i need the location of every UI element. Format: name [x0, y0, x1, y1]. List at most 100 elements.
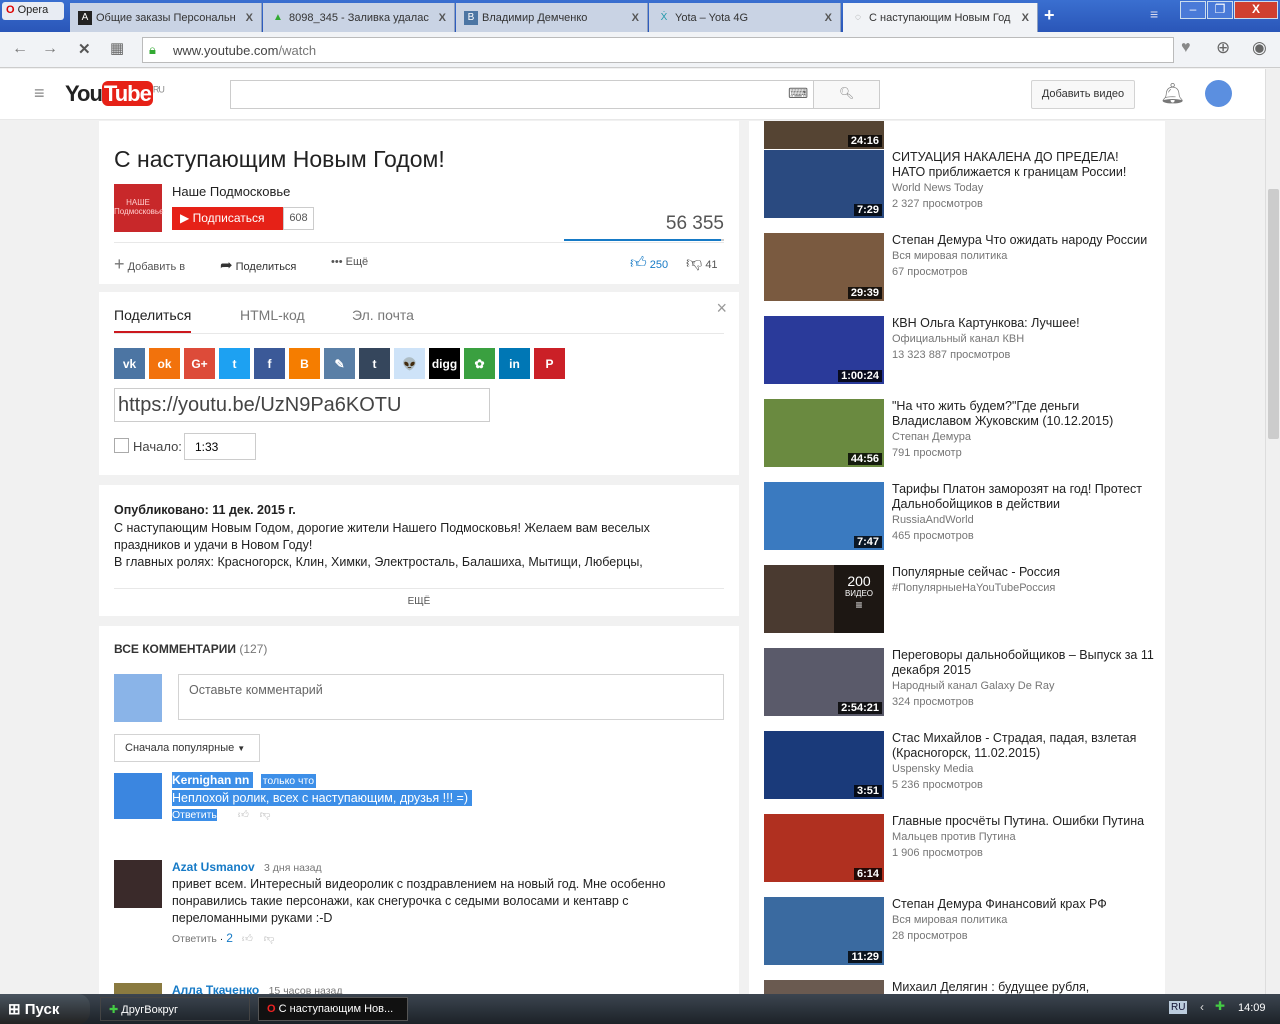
- related-video-title[interactable]: КВН Ольга Картункова: Лучшее!: [892, 316, 1154, 331]
- start-button[interactable]: ⊞ Пуск: [0, 994, 90, 1024]
- avatar[interactable]: [1205, 80, 1232, 107]
- close-window-button[interactable]: X: [1234, 1, 1278, 19]
- scrollbar[interactable]: [1265, 69, 1280, 994]
- comment-avatar[interactable]: [114, 773, 162, 819]
- speed-dial-icon[interactable]: ▦: [110, 39, 124, 57]
- tray-clover-icon[interactable]: ✚: [1215, 999, 1225, 1013]
- thumbs-down-icon[interactable]: 👎︎: [264, 933, 275, 945]
- sort-dropdown[interactable]: Сначала популярные ▼: [114, 734, 260, 762]
- linkedin-share-icon[interactable]: in: [499, 348, 530, 379]
- channel-name[interactable]: Наше Подмосковье: [172, 184, 290, 199]
- related-video[interactable]: 7:47 Тарифы Платон заморозят на год! Прот…: [764, 482, 1154, 552]
- comment-time[interactable]: только что: [260, 774, 317, 788]
- tab-4[interactable]: Ẋ Yota – Yota 4G X: [649, 3, 841, 32]
- close-share-button[interactable]: ×: [716, 298, 727, 319]
- related-video-title[interactable]: Переговоры дальнобойщиков – Выпуск за 11…: [892, 648, 1154, 678]
- share-tab-email[interactable]: Эл. почта: [352, 307, 414, 323]
- reddit-share-icon[interactable]: 👽: [394, 348, 425, 379]
- comment-author[interactable]: Kernighan nn: [172, 772, 254, 788]
- comment-author[interactable]: Azat Usmanov: [172, 860, 255, 874]
- back-icon[interactable]: ←: [12, 40, 28, 58]
- tab-menu-icon[interactable]: ≡: [1150, 6, 1158, 22]
- video-thumbnail[interactable]: 200 ВИДЕО ≡: [764, 565, 884, 633]
- tab-active[interactable]: ◌ С наступающим Новым Год X: [843, 3, 1038, 32]
- related-video[interactable]: 7:29 СИТУАЦИЯ НАКАЛЕНА ДО ПРЕДЕЛА! НАТО п…: [764, 150, 1154, 220]
- bookmark-heart-icon[interactable]: ♥: [1181, 39, 1191, 57]
- related-video-title[interactable]: Популярные сейчас - Россия: [892, 565, 1154, 580]
- related-video-title[interactable]: Тарифы Платон заморозят на год! Протест …: [892, 482, 1154, 512]
- stop-icon[interactable]: ✕: [78, 40, 91, 58]
- video-thumbnail[interactable]: 2:54:21: [764, 648, 884, 716]
- search-button[interactable]: 🔍︎: [813, 80, 880, 109]
- close-icon[interactable]: X: [246, 12, 253, 24]
- share-button[interactable]: ➦ Поделиться: [220, 256, 296, 274]
- close-icon[interactable]: X: [439, 12, 446, 24]
- add-to-button[interactable]: + Добавить в: [114, 254, 185, 275]
- tab-1[interactable]: A Общие заказы Персональн X: [70, 3, 262, 32]
- related-video[interactable]: 2:54:21 Переговоры дальнобойщиков – Выпус…: [764, 648, 1154, 718]
- thumbs-up-icon[interactable]: 👍︎: [242, 933, 253, 945]
- channel-thumbnail[interactable]: НАШЕ Подмосковье: [114, 184, 164, 232]
- related-video-title[interactable]: Стас Михайлов - Страдая, падая, взлетая …: [892, 731, 1154, 761]
- related-video[interactable]: Михаил Делягин : будущее рубля,: [764, 980, 1154, 994]
- video-thumbnail[interactable]: 3:51: [764, 731, 884, 799]
- related-video-title[interactable]: Степан Демура Что ожидать народу России: [892, 233, 1154, 248]
- download-icon[interactable]: ⊕: [1216, 38, 1230, 58]
- youtube-logo[interactable]: YouTube RU: [65, 81, 165, 107]
- comment-input[interactable]: Оставьте комментарий: [178, 674, 724, 720]
- stumbleupon-share-icon[interactable]: ✿: [464, 348, 495, 379]
- video-thumbnail[interactable]: 24:16: [764, 121, 884, 149]
- thumbs-down-icon[interactable]: 👎︎: [260, 809, 271, 821]
- tab-2[interactable]: ▲ 8098_345 - Заливка удалас X: [263, 3, 455, 32]
- guide-menu-icon[interactable]: ≡: [34, 83, 45, 104]
- related-video[interactable]: 11:29 Степан Демура Финансовий крах РФ Вся…: [764, 897, 1154, 967]
- upload-button[interactable]: Добавить видео: [1031, 80, 1135, 109]
- close-icon[interactable]: X: [1022, 12, 1029, 24]
- minimize-button[interactable]: –: [1180, 1, 1206, 19]
- video-thumbnail[interactable]: 11:29: [764, 897, 884, 965]
- odnoklassniki-share-icon[interactable]: ok: [149, 348, 180, 379]
- keyboard-icon[interactable]: ⌨: [788, 85, 808, 102]
- taskbar-item-opera[interactable]: O С наступающим Нов...: [258, 997, 408, 1021]
- related-video-title[interactable]: Главные просчёты Путина. Ошибки Путина: [892, 814, 1154, 829]
- share-link-input[interactable]: [114, 388, 490, 422]
- related-video[interactable]: 24:161 147 просмотров: [764, 121, 1154, 151]
- start-time-input[interactable]: [184, 433, 256, 460]
- opera-menu-button[interactable]: O Opera: [2, 2, 64, 20]
- video-thumbnail[interactable]: 7:47: [764, 482, 884, 550]
- blogger-share-icon[interactable]: B: [289, 348, 320, 379]
- search-input[interactable]: [230, 80, 814, 109]
- more-button[interactable]: ••• Ещё: [331, 256, 368, 268]
- digg-share-icon[interactable]: digg: [429, 348, 460, 379]
- start-time-checkbox[interactable]: [114, 438, 129, 453]
- vk-share-icon[interactable]: vk: [114, 348, 145, 379]
- tab-3[interactable]: B Владимир Демченко X: [456, 3, 648, 32]
- video-thumbnail[interactable]: 7:29: [764, 150, 884, 218]
- video-thumbnail[interactable]: 29:39: [764, 233, 884, 301]
- related-video-title[interactable]: Михаил Делягин : будущее рубля,: [892, 980, 1154, 994]
- subscribe-button[interactable]: ▶ Подписаться: [172, 207, 283, 230]
- thumbs-up-icon[interactable]: 👍︎: [238, 809, 249, 821]
- like-button[interactable]: 👍︎ 250: [630, 254, 668, 273]
- video-thumbnail[interactable]: [764, 980, 884, 994]
- pinterest-share-icon[interactable]: P: [534, 348, 565, 379]
- scrollbar-thumb[interactable]: [1268, 189, 1279, 439]
- related-video-title[interactable]: СИТУАЦИЯ НАКАЛЕНА ДО ПРЕДЕЛА! НАТО прибл…: [892, 150, 1154, 180]
- video-thumbnail[interactable]: 44:56: [764, 399, 884, 467]
- comment-avatar[interactable]: [114, 860, 162, 908]
- related-video[interactable]: 200 ВИДЕО ≡ Популярные сейчас - Россия #Попу…: [764, 565, 1154, 635]
- related-video[interactable]: 6:14 Главные просчёты Путина. Ошибки Пути…: [764, 814, 1154, 884]
- forward-icon[interactable]: →: [42, 40, 58, 58]
- related-video[interactable]: 29:39 Степан Демура Что ожидать народу Ро…: [764, 233, 1154, 303]
- livejournal-share-icon[interactable]: ✎: [324, 348, 355, 379]
- comment-time[interactable]: 3 дня назад: [264, 862, 322, 874]
- related-video[interactable]: 1:00:24 КВН Ольга Картункова: Лучшее! Офиц…: [764, 316, 1154, 386]
- related-video[interactable]: 44:56 "На что жить будем?"Где деньги Влад…: [764, 399, 1154, 469]
- related-video-title[interactable]: Степан Демура Финансовий крах РФ: [892, 897, 1154, 912]
- related-video-title[interactable]: "На что жить будем?"Где деньги Владислав…: [892, 399, 1154, 429]
- maximize-button[interactable]: ❐: [1207, 1, 1233, 19]
- close-icon[interactable]: X: [632, 12, 639, 24]
- twitter-share-icon[interactable]: t: [219, 348, 250, 379]
- google-plus-share-icon[interactable]: G+: [184, 348, 215, 379]
- taskbar-item-drugvokrug[interactable]: ✚ ДругВокруг: [100, 997, 250, 1021]
